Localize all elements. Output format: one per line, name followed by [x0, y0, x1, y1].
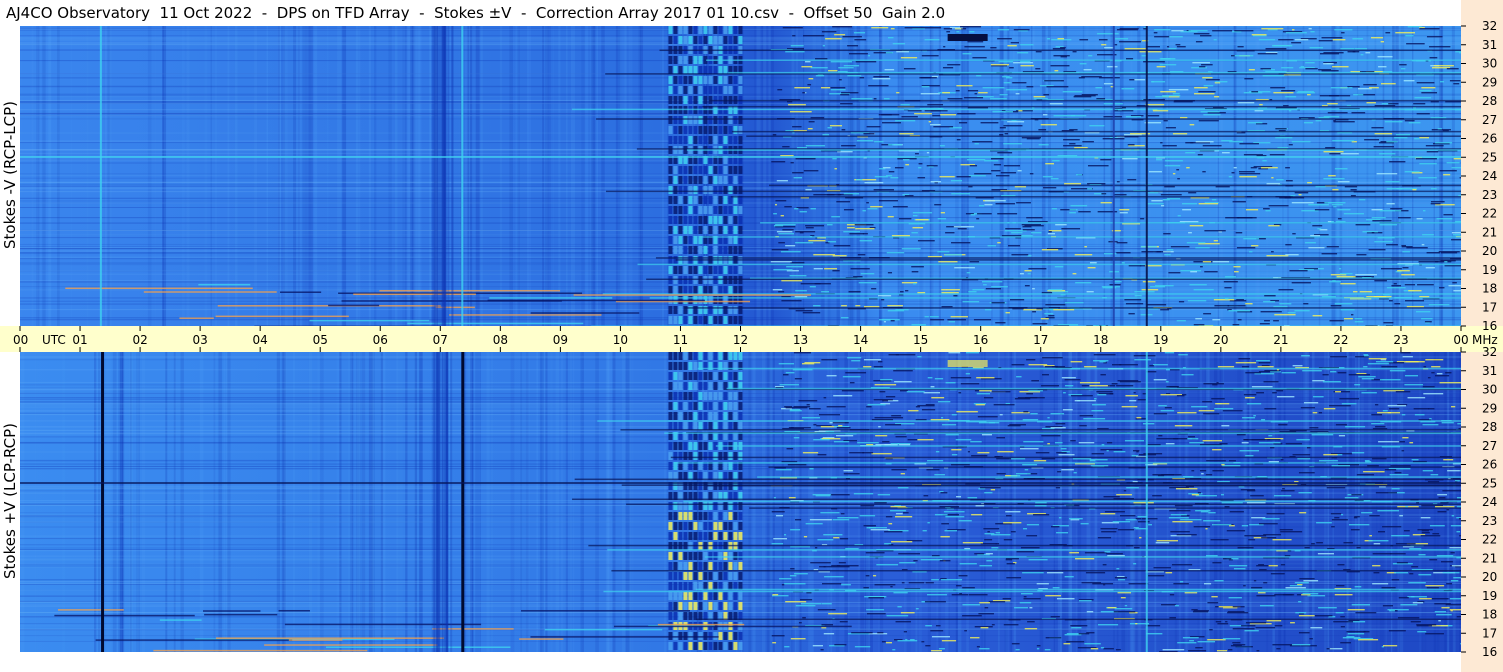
- mhz-tick-label: 23: [1482, 514, 1497, 528]
- mhz-tick-label: 28: [1482, 420, 1497, 434]
- utc-tick-label: 11: [673, 333, 688, 347]
- utc-tick-label: 06: [373, 333, 388, 347]
- utc-tick-label: 18: [1093, 333, 1108, 347]
- utc-tick-label: 09: [553, 333, 568, 347]
- mhz-tick-label: 20: [1482, 244, 1497, 258]
- utc-tick-label: 16: [973, 333, 988, 347]
- mhz-tick-label: 26: [1482, 458, 1497, 472]
- utc-tick-label: 17: [1033, 333, 1048, 347]
- utc-tick-label: 23: [1393, 333, 1408, 347]
- mhz-tick-label: 19: [1482, 589, 1497, 603]
- utc-tick-label: 07: [433, 333, 448, 347]
- mhz-tick-label: 29: [1482, 401, 1497, 415]
- mhz-tick-label: 31: [1482, 38, 1497, 52]
- utc-tick-label: 12: [733, 333, 748, 347]
- mhz-tick-label: 28: [1482, 94, 1497, 108]
- mhz-tick-label: 27: [1482, 113, 1497, 127]
- mhz-tick-label: 27: [1482, 439, 1497, 453]
- utc-tick-label: 19: [1153, 333, 1168, 347]
- utc-tick-label: 14: [853, 333, 868, 347]
- utc-tick-label: 00: [13, 333, 28, 347]
- utc-tick-label: 04: [253, 333, 268, 347]
- mhz-tick-label: 18: [1482, 608, 1497, 622]
- utc-tick-label: 15: [913, 333, 928, 347]
- mhz-tick-label: 20: [1482, 570, 1497, 584]
- mhz-tick-label: 22: [1482, 533, 1497, 547]
- mhz-tick-label: 21: [1482, 551, 1497, 565]
- mhz-tick-label: 17: [1482, 300, 1497, 314]
- mhz-tick-label: 24: [1482, 169, 1497, 183]
- axes-overlay: 00 01 02 03 04 05 06 07 08 09 10 11 12 13 14 15 16 17 18 19…: [13, 19, 1498, 659]
- utc-tick-label: 22: [1333, 333, 1348, 347]
- mhz-tick-label: 17: [1482, 626, 1497, 640]
- utc-tick-label: 13: [793, 333, 808, 347]
- utc-tick-label: 08: [493, 333, 508, 347]
- utc-tick-label: 20: [1213, 333, 1228, 347]
- mhz-tick-label: 19: [1482, 263, 1497, 277]
- mhz-tick-label: 31: [1482, 364, 1497, 378]
- mhz-tick-label: 32: [1482, 345, 1497, 359]
- mhz-tick-label: 30: [1482, 383, 1497, 397]
- utc-unit-label: UTC: [42, 333, 66, 347]
- utc-tick-label: 21: [1273, 333, 1288, 347]
- mhz-tick-label: 24: [1482, 495, 1497, 509]
- mhz-tick-label: 22: [1482, 207, 1497, 221]
- utc-tick-label: 03: [192, 333, 207, 347]
- mhz-tick-label: 25: [1482, 150, 1497, 164]
- mhz-tick-label: 29: [1482, 75, 1497, 89]
- utc-tick-label: 00: [1453, 333, 1468, 347]
- utc-tick-label: 10: [613, 333, 628, 347]
- mhz-tick-label: 30: [1482, 57, 1497, 71]
- utc-tick-label: 02: [132, 333, 147, 347]
- mhz-tick-label: 26: [1482, 132, 1497, 146]
- mhz-tick-label: 32: [1482, 19, 1497, 33]
- mhz-tick-label: 16: [1482, 319, 1497, 333]
- mhz-tick-label: 23: [1482, 188, 1497, 202]
- mhz-tick-label: 25: [1482, 476, 1497, 490]
- mhz-tick-label: 21: [1482, 225, 1497, 239]
- utc-tick-label: 05: [313, 333, 328, 347]
- mhz-tick-label: 16: [1482, 645, 1497, 659]
- utc-tick-label: 01: [72, 333, 87, 347]
- mhz-tick-label: 18: [1482, 282, 1497, 296]
